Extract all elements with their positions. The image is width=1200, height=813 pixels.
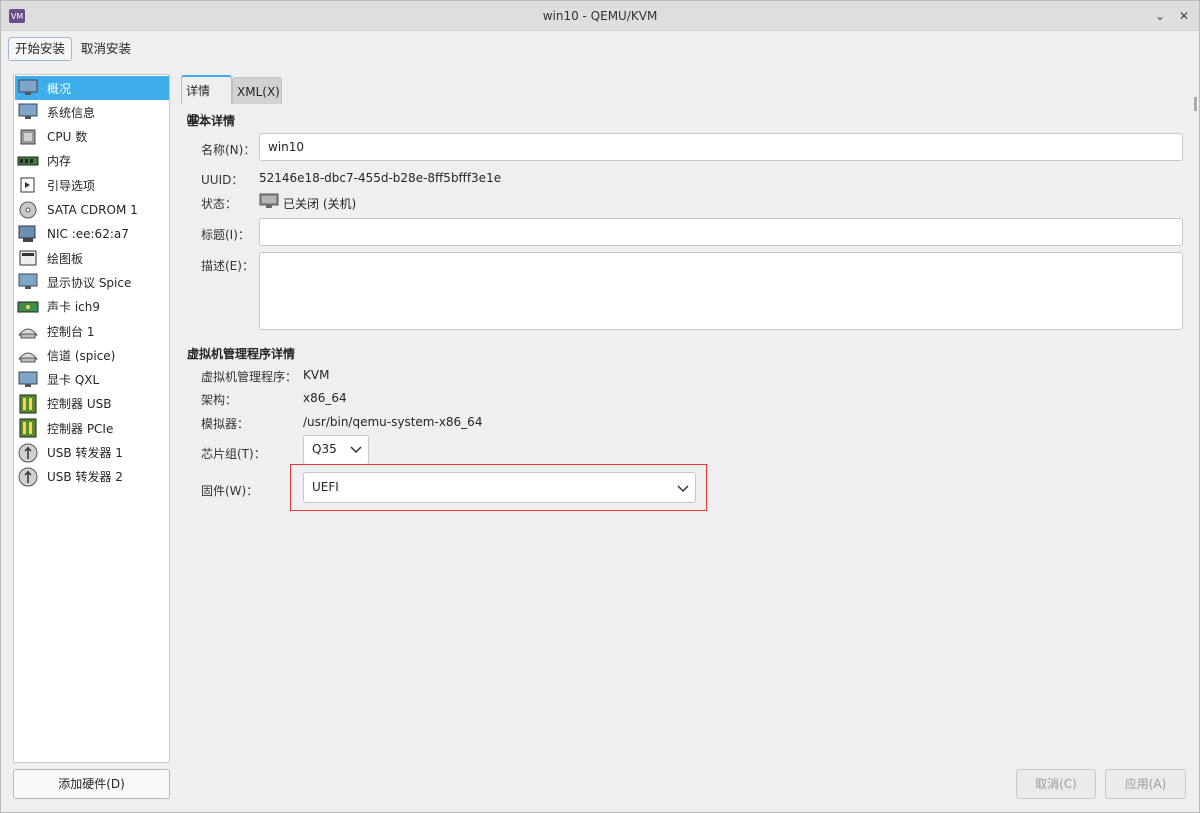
video-card-icon: [17, 370, 39, 390]
sidebar-item[interactable]: 内存: [15, 149, 169, 173]
sidebar-item-label: USB 转发器 2: [47, 470, 123, 485]
toolbar: 开始安装 取消安装: [1, 32, 1199, 62]
network-card-icon: [17, 224, 39, 244]
title-bar[interactable]: VM win10 - QEMU/KVM ⌄ ✕: [1, 1, 1199, 31]
architecture-label: 架构：: [201, 393, 238, 407]
sidebar-item[interactable]: 信道 (spice): [15, 343, 169, 367]
firmware-label: 固件(W)：: [201, 484, 259, 498]
sidebar-item[interactable]: 控制器 PCIe: [15, 416, 169, 440]
sidebar-item[interactable]: 概况: [15, 76, 169, 100]
sidebar-item[interactable]: NIC :ee:62:a7: [15, 222, 169, 246]
sidebar-item[interactable]: 声卡 ich9: [15, 295, 169, 319]
sidebar-item[interactable]: 系统信息: [15, 100, 169, 124]
minimize-button[interactable]: ⌄: [1151, 7, 1169, 25]
sidebar-item-label: 绘图板: [47, 251, 84, 266]
main-window: VM win10 - QEMU/KVM ⌄ ✕ 开始安装 取消安装 概况系统信息…: [0, 0, 1200, 813]
sidebar-item[interactable]: 控制器 USB: [15, 392, 169, 416]
name-input[interactable]: win10: [259, 133, 1183, 161]
sidebar-item-label: SATA CDROM 1: [47, 202, 138, 217]
cancel-button[interactable]: 取消(C): [1016, 769, 1096, 799]
chipset-select[interactable]: Q35: [303, 435, 369, 465]
title-label: 标题(I)：: [201, 228, 250, 242]
memory-ram-icon: [17, 151, 39, 171]
sidebar-item-label: CPU 数: [47, 130, 88, 145]
tab-xml[interactable]: XML(X): [232, 77, 282, 104]
boot-options-icon: [17, 175, 39, 195]
system-info-monitor-icon: [17, 102, 39, 122]
overview-monitor-icon: [17, 78, 39, 98]
hypervisor-details-heading: 虚拟机管理程序详情: [187, 347, 296, 361]
apply-button[interactable]: 应用(A): [1105, 769, 1186, 799]
begin-install-button[interactable]: 开始安装: [8, 37, 73, 61]
chipset-selected-value: Q35: [312, 442, 337, 456]
cancel-install-button[interactable]: 取消安装: [74, 37, 138, 61]
sidebar-item-label: 控制器 USB: [47, 397, 112, 412]
tablet-icon: [17, 248, 39, 268]
channel-serial-icon: [17, 345, 39, 365]
sidebar-item[interactable]: 控制台 1: [15, 319, 169, 343]
sidebar-item[interactable]: 显示协议 Spice: [15, 270, 169, 294]
hypervisor-label: 虚拟机管理程序：: [201, 370, 298, 384]
sidebar-item-label: 引导选项: [47, 178, 96, 193]
sidebar-item[interactable]: 显卡 QXL: [15, 368, 169, 392]
uuid-label: UUID：: [201, 173, 244, 187]
sidebar-item[interactable]: USB 转发器 1: [15, 441, 169, 465]
sidebar-item[interactable]: 引导选项: [15, 173, 169, 197]
sidebar-item-label: USB 转发器 1: [47, 446, 123, 460]
cpu-chip-icon: [17, 127, 39, 147]
hardware-list: 概况系统信息 CPU 数内存引导选项 SATA CDROM 1 NIC :ee:62:…: [13, 74, 170, 763]
architecture-value: x86_64: [303, 391, 347, 405]
hypervisor-value: KVM: [303, 368, 330, 382]
sidebar-item-label: 控制器 PCIe: [47, 421, 114, 436]
scrollbar-stub[interactable]: [1194, 97, 1197, 111]
pcie-controller-icon: [17, 418, 39, 438]
cdrom-disc-icon: [17, 200, 39, 220]
display-monitor-icon: [17, 272, 39, 292]
sidebar-item[interactable]: USB 转发器 2: [15, 465, 169, 489]
emulator-label: 模拟器：: [201, 417, 250, 431]
title-input[interactable]: [259, 218, 1183, 246]
sidebar-item-label: 内存: [47, 154, 72, 169]
console-serial-icon: [17, 321, 39, 341]
usb-redirector-icon: [17, 467, 39, 487]
sound-card-icon: [17, 297, 39, 317]
firmware-highlight-box: [290, 464, 707, 511]
sidebar-item[interactable]: SATA CDROM 1: [15, 198, 169, 222]
description-label: 描述(E)：: [201, 259, 254, 273]
chipset-label: 芯片组(T)：: [201, 447, 266, 461]
status-label: 状态：: [201, 197, 238, 211]
sidebar-item-label: 系统信息: [47, 105, 96, 120]
add-hardware-button[interactable]: 添加硬件(D): [13, 769, 170, 799]
status-shutoff-icon: [259, 193, 279, 208]
sidebar-item-label: NIC :ee:62:a7: [47, 226, 129, 241]
usb-redirector-icon: [17, 443, 39, 463]
sidebar-item-label: 显卡 QXL: [47, 373, 100, 388]
status-value: 已关闭 (关机): [283, 197, 357, 211]
description-textarea[interactable]: [259, 252, 1183, 330]
sidebar-item-label: 显示协议 Spice: [47, 275, 132, 290]
emulator-value: /usr/bin/qemu-system-x86_64: [303, 415, 483, 429]
usb-controller-icon: [17, 394, 39, 414]
details-panel: 基本详情 名称(N)： win10 UUID： 52146e18-dbc7-45…: [181, 104, 1189, 754]
basic-details-heading: 基本详情: [187, 114, 236, 128]
sidebar-item-label: 控制台 1: [47, 324, 95, 339]
close-button[interactable]: ✕: [1175, 7, 1193, 25]
window-title: win10 - QEMU/KVM: [542, 9, 658, 23]
sidebar-item-label: 声卡 ich9: [47, 300, 100, 315]
uuid-value: 52146e18-dbc7-455d-b28e-8ff5bfff3e1e: [259, 171, 502, 185]
sidebar-item-label: 信道 (spice): [47, 348, 116, 363]
sidebar-item[interactable]: CPU 数: [15, 125, 169, 149]
tab-details[interactable]: 详情(D): [181, 75, 232, 126]
chevron-down-icon: [350, 446, 362, 454]
sidebar-item-label: 概况: [47, 81, 72, 96]
sidebar-item[interactable]: 绘图板: [15, 246, 169, 270]
name-label: 名称(N)：: [201, 143, 256, 157]
